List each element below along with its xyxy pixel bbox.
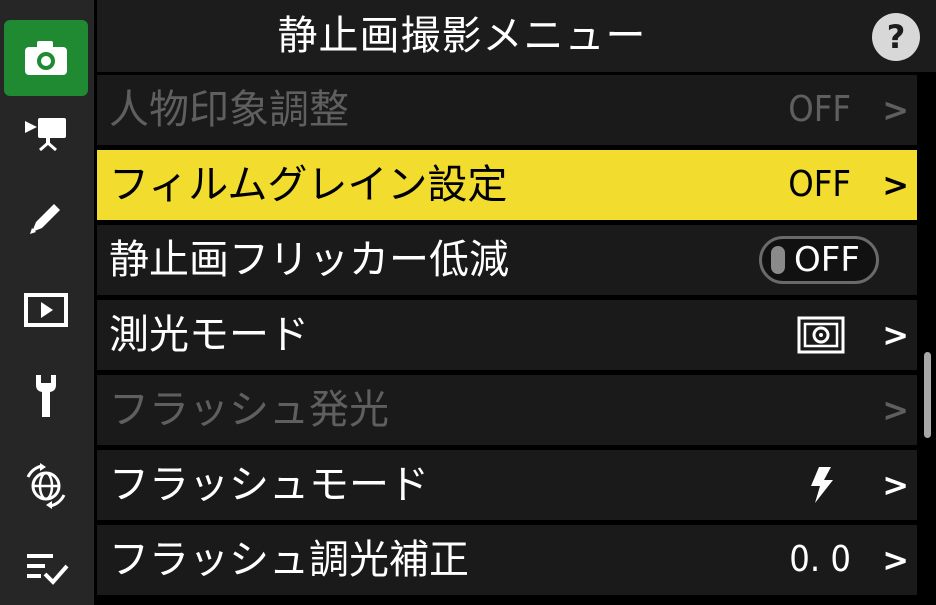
wrench-icon	[36, 375, 56, 417]
chevron-right-icon: >	[882, 391, 909, 429]
menu-item-metering-mode[interactable]: 測光モード >	[97, 297, 917, 370]
tab-photo-shooting[interactable]	[4, 20, 88, 96]
menu-item-portrait-impression[interactable]: 人物印象調整 OFF >	[97, 72, 917, 145]
menu-item-film-grain[interactable]: フィルムグレイン設定 OFF >	[97, 147, 917, 220]
network-icon	[26, 463, 66, 509]
tab-movie-shooting[interactable]	[4, 94, 88, 170]
movie-camera-icon	[25, 118, 66, 151]
menu-item-flash-mode[interactable]: フラッシュモード >	[97, 447, 917, 520]
chevron-right-icon: >	[882, 466, 909, 504]
menu-item-value: OFF	[788, 89, 851, 130]
menu-item-label: 静止画フリッカー低減	[109, 237, 509, 283]
scrollbar-thumb[interactable]	[924, 352, 931, 438]
flicker-reduction-toggle[interactable]: OFF	[759, 236, 879, 284]
camera-icon	[25, 41, 67, 75]
flash-icon	[809, 450, 835, 520]
menu-item-label: 測光モード	[109, 312, 309, 358]
chevron-right-icon: >	[882, 166, 909, 204]
chevron-right-icon: >	[882, 316, 909, 354]
chevron-right-icon: >	[882, 541, 909, 579]
tab-network[interactable]	[4, 448, 88, 524]
help-button[interactable]: ?	[872, 13, 920, 61]
page-title: 静止画撮影メニュー	[277, 13, 647, 59]
menu-item-value: 0. 0	[789, 539, 851, 580]
help-icon: ?	[886, 18, 906, 56]
menu-item-label: フラッシュモード	[109, 462, 429, 508]
matrix-metering-icon	[797, 300, 845, 370]
menu-item-flash-control[interactable]: フラッシュ発光 >	[97, 372, 917, 445]
menu-item-flash-compensation[interactable]: フラッシュ調光補正 0. 0 >	[97, 522, 917, 595]
toggle-value: OFF	[794, 240, 860, 280]
tab-retouch[interactable]	[4, 180, 88, 256]
scrollbar-track[interactable]	[919, 72, 936, 605]
menu-header: 静止画撮影メニュー ?	[97, 0, 936, 72]
my-menu-icon	[27, 554, 69, 585]
chevron-right-icon: >	[882, 91, 909, 129]
playback-icon	[24, 293, 68, 327]
tab-playback[interactable]	[4, 272, 88, 348]
menu-item-flicker-reduction[interactable]: 静止画フリッカー低減 OFF	[97, 222, 917, 295]
menu-item-label: フィルムグレイン設定	[109, 162, 508, 208]
menu-item-label: フラッシュ調光補正	[109, 537, 469, 583]
menu-item-value: OFF	[788, 164, 851, 205]
menu-list: 人物印象調整 OFF > フィルムグレイン設定 OFF > 静止画フリッカー低減…	[97, 72, 917, 605]
pencil-icon	[30, 204, 60, 234]
toggle-knob	[771, 246, 785, 274]
menu-tab-sidebar	[0, 0, 94, 605]
menu-item-label: 人物印象調整	[109, 87, 349, 133]
menu-item-label: フラッシュ発光	[109, 387, 389, 433]
tab-setup[interactable]	[4, 358, 88, 434]
tab-my-menu[interactable]	[4, 528, 88, 604]
